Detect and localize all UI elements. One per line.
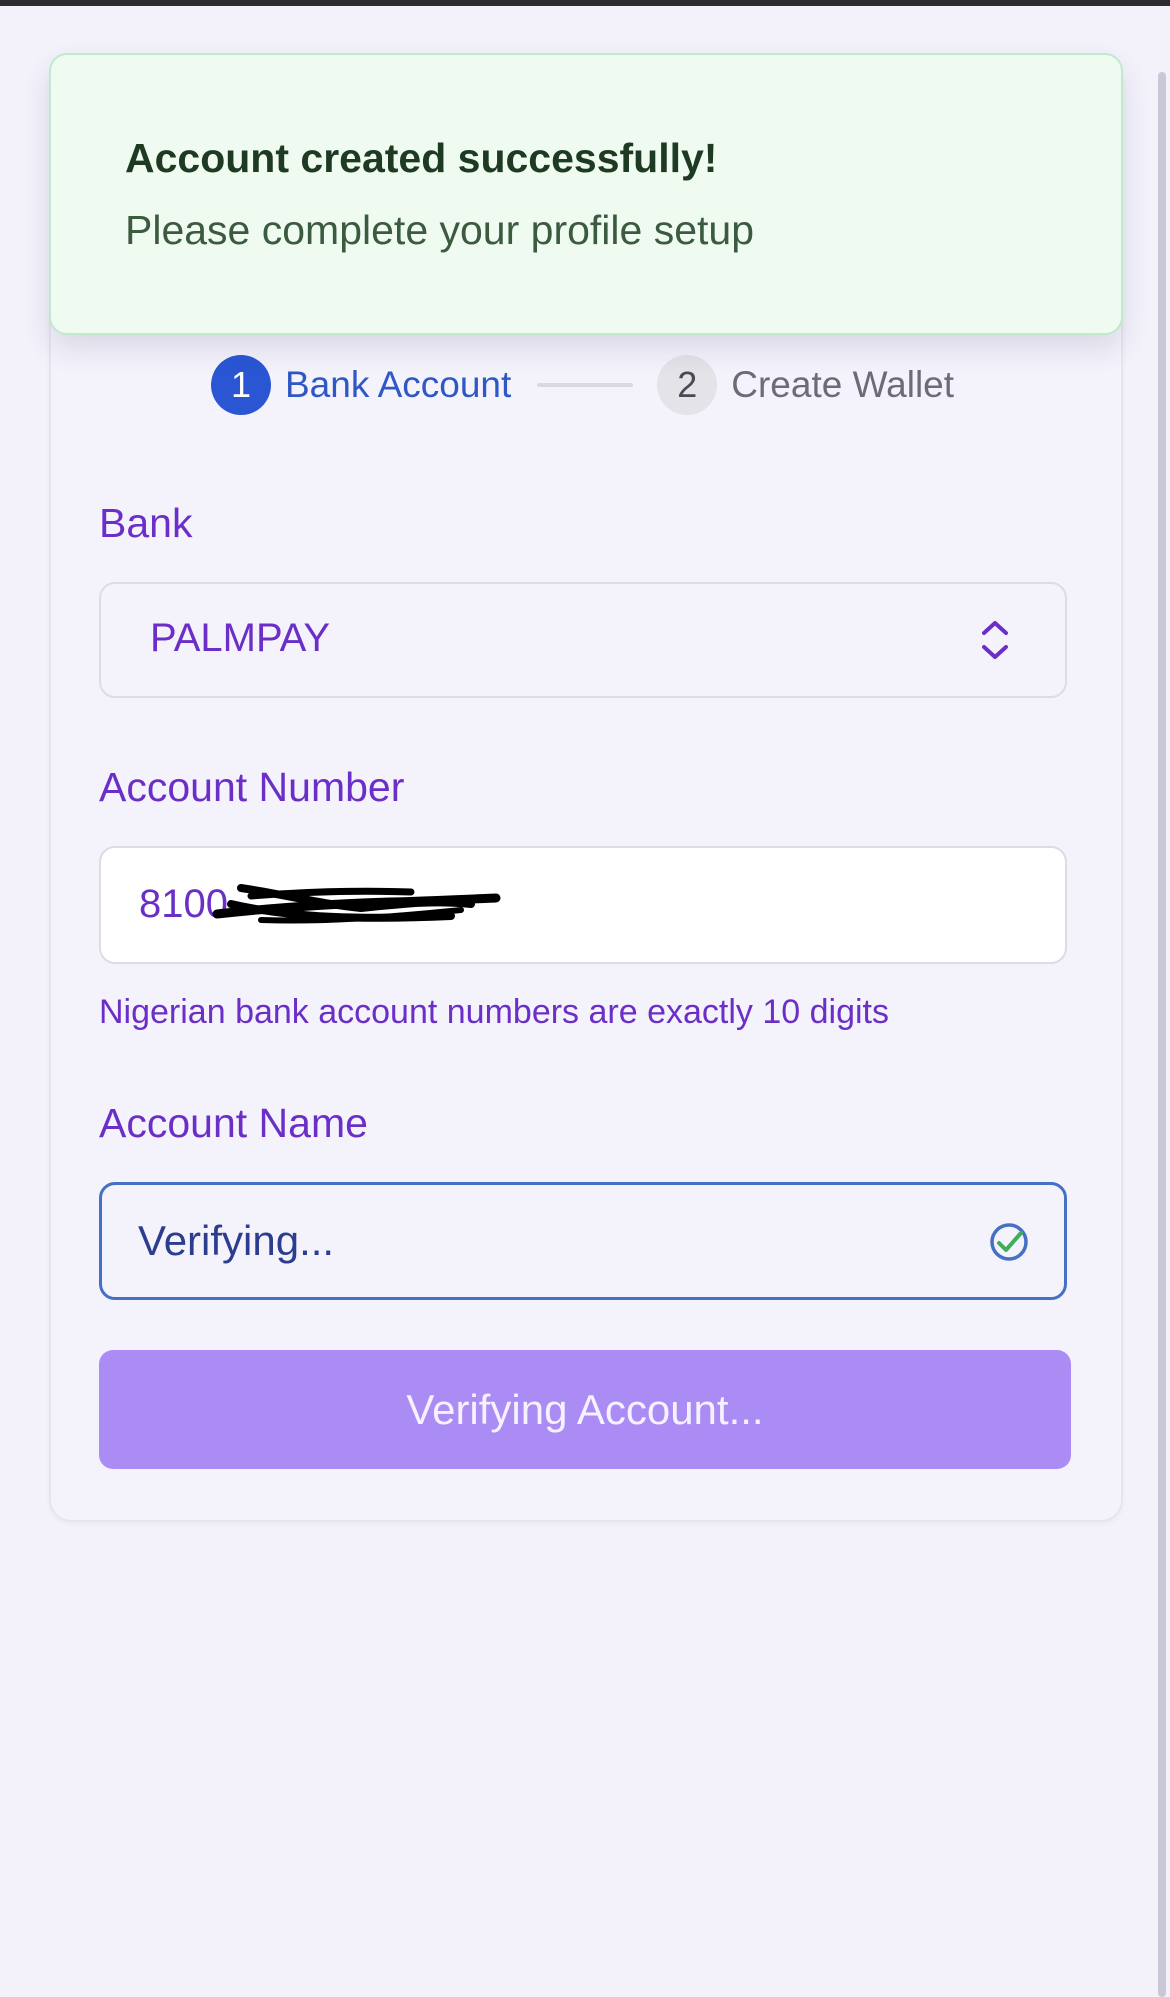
success-toast[interactable]: Account created successfully! Please com… — [49, 53, 1123, 335]
browser-top-bar — [0, 0, 1170, 6]
toast-message: Please complete your profile setup — [125, 207, 755, 253]
step-1-label: Bank Account — [285, 364, 512, 405]
account-name-field[interactable]: Verifying... — [99, 1182, 1067, 1300]
account-number-label: Account Number — [99, 764, 405, 810]
step-2-indicator: 2 — [657, 355, 718, 415]
bank-label: Bank — [99, 500, 193, 546]
step-connector — [537, 383, 634, 387]
toast-title: Account created successfully! — [125, 135, 718, 181]
step-2-label: Create Wallet — [731, 364, 955, 405]
progress-stepper: 1 Bank Account 2 Create Wallet — [211, 355, 954, 415]
bank-select[interactable]: PALMPAY — [99, 582, 1067, 698]
chevron-up-down-icon — [982, 621, 1008, 659]
account-name-value: Verifying... — [138, 1217, 335, 1264]
bank-select-value: PALMPAY — [150, 616, 331, 660]
redaction-scribble — [212, 884, 501, 924]
account-name-label: Account Name — [99, 1100, 368, 1146]
check-circle-icon — [990, 1223, 1028, 1261]
account-number-input[interactable]: 8100 — [99, 846, 1067, 964]
account-number-helper: Nigerian bank account numbers are exactl… — [99, 993, 889, 1031]
verify-account-button[interactable]: Verifying Account... — [99, 1350, 1071, 1469]
step-1-indicator: 1 — [211, 355, 271, 415]
page-scrollbar[interactable] — [1158, 72, 1166, 1997]
